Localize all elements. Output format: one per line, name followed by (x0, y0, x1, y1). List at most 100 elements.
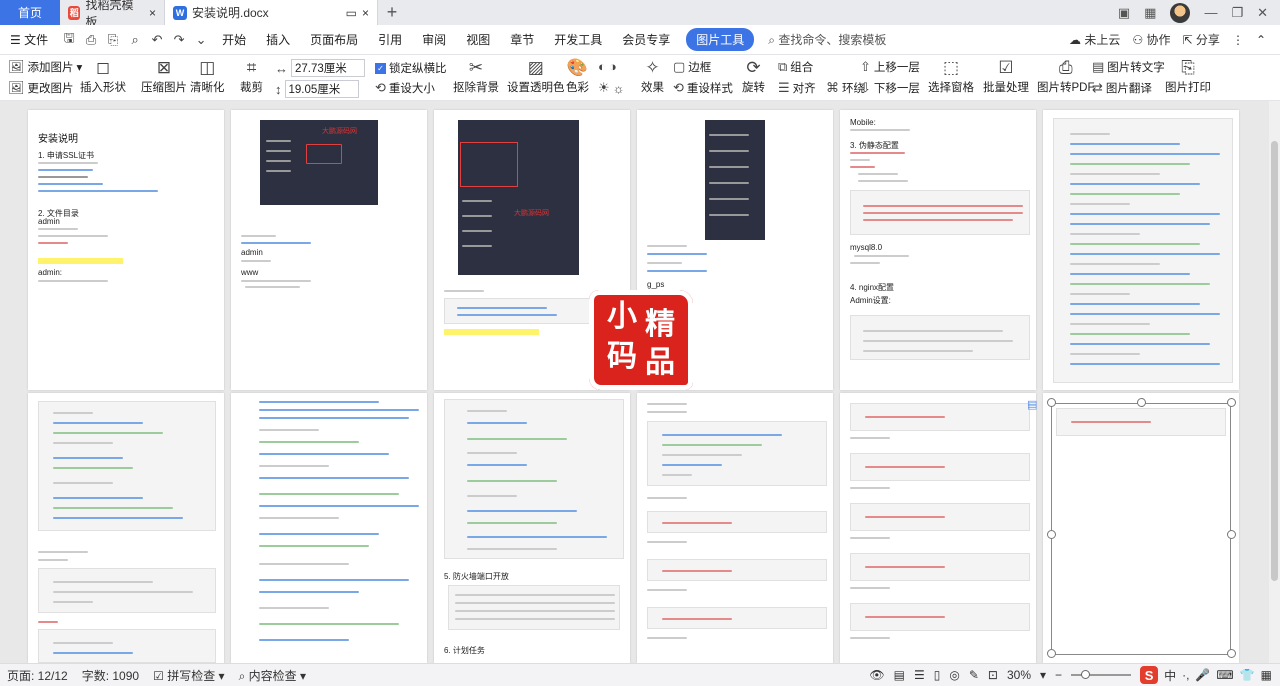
page-9[interactable]: 5. 防火墙端口开放 6. 计划任务 (434, 393, 630, 663)
eye-protection-icon[interactable]: 👁 (869, 668, 884, 682)
redo-icon[interactable]: ↷ (168, 32, 190, 48)
reading-view-icon[interactable]: ▯ (934, 668, 941, 682)
color-button[interactable]: 🎨 色彩 (566, 57, 589, 95)
remove-background-button[interactable]: ✂ 抠除背景 (453, 57, 499, 95)
crop-button[interactable]: ⌗ 裁剪 (240, 57, 263, 95)
document-area[interactable]: 安装说明 1. 申请SSL证书 2. 文件目录 admin admin: 大鹏源… (0, 101, 1280, 663)
menu-section[interactable]: 章节 (500, 31, 544, 48)
tab-document[interactable]: W 安装说明.docx ▭ × (165, 0, 378, 25)
resize-handle[interactable] (1047, 530, 1056, 539)
save-icon[interactable]: 🖫 (58, 29, 80, 51)
mic-icon[interactable]: 🎤 (1195, 668, 1210, 682)
screenshot-image[interactable] (705, 120, 765, 240)
bring-forward-button[interactable]: ⇧ 上移一层 (860, 59, 920, 75)
layout-options-icon[interactable]: ▤ (1027, 398, 1039, 411)
menu-developer[interactable]: 开发工具 (544, 31, 612, 48)
zoom-level[interactable]: 30% (1007, 668, 1031, 682)
menu-start[interactable]: 开始 (212, 31, 256, 48)
close-icon[interactable]: × (362, 6, 369, 20)
ime-language[interactable]: 中 (1164, 667, 1176, 684)
fit-page-icon[interactable]: ⊡ (988, 668, 998, 682)
vertical-scrollbar[interactable] (1269, 101, 1280, 663)
selection-pane-button[interactable]: ⬚ 选择窗格 (928, 57, 974, 95)
menu-view[interactable]: 视图 (456, 31, 500, 48)
page-2[interactable]: 大鹏源码网 admin www (231, 110, 427, 390)
page-1[interactable]: 安装说明 1. 申请SSL证书 2. 文件目录 admin admin: (28, 110, 224, 390)
page-10[interactable] (637, 393, 833, 663)
content-check-button[interactable]: ⌕ 内容检查 ▾ (232, 667, 313, 684)
spell-check-button[interactable]: ☑ 拼写检查 ▾ (146, 667, 231, 684)
sharpen-button[interactable]: ◫ 清晰化 (190, 57, 225, 95)
compress-image-button[interactable]: ⊠ 压缩图片 (141, 57, 187, 95)
align-button[interactable]: ☰ 对齐 (778, 80, 816, 96)
page-5[interactable]: Mobile: 3. 伪静态配置 mysql8.0 4. nginx配置 Adm… (840, 110, 1036, 390)
brightness-adjust-buttons[interactable]: ☀ ☼ (598, 80, 625, 96)
chevron-down-icon[interactable]: ▾ (1040, 668, 1046, 682)
new-tab-button[interactable]: + (378, 0, 406, 25)
set-transparent-button[interactable]: ▨ 设置透明色 (507, 57, 565, 95)
add-image-button[interactable]: 🖼 添加图片 ▾ (8, 59, 82, 75)
page-7[interactable] (28, 393, 224, 663)
tab-template[interactable]: 稻 找稻壳模板 × (60, 0, 165, 29)
page-11[interactable] (840, 393, 1036, 663)
resize-handle[interactable] (1227, 530, 1236, 539)
send-backward-button[interactable]: ⇩ 下移一层 (860, 80, 920, 96)
zoom-out-icon[interactable]: − (1055, 668, 1062, 682)
punctuation-icon[interactable]: ·, (1182, 668, 1189, 682)
tab-picture-tools[interactable]: 图片工具 (686, 28, 755, 51)
page-12[interactable] (1043, 393, 1239, 663)
screenshot-image[interactable]: 大鹏源码网 (458, 120, 579, 275)
zoom-slider[interactable] (1071, 670, 1132, 679)
cloud-status[interactable]: ☁ 未上云 (1069, 31, 1120, 48)
share-button[interactable]: ⇱ 分享 (1183, 31, 1220, 48)
scrollbar-thumb[interactable] (1271, 141, 1278, 581)
close-icon[interactable]: × (149, 6, 156, 20)
image-print-button[interactable]: ⎘ 图片打印 (1165, 57, 1211, 95)
lock-ratio-checkbox[interactable]: ✓ 锁定纵横比 (375, 60, 447, 76)
menu-references[interactable]: 引用 (368, 31, 412, 48)
height-input[interactable] (284, 80, 359, 98)
collab-button[interactable]: ⚇ 协作 (1132, 31, 1170, 48)
write-view-icon[interactable]: ✎ (969, 668, 979, 682)
firewall-table-image[interactable] (448, 585, 620, 630)
export-pdf-icon[interactable]: ⎙ (80, 32, 102, 48)
skin-icon[interactable]: 👕 (1240, 668, 1255, 682)
file-menu[interactable]: ☰ 文件 (0, 31, 58, 48)
ime-toolbar[interactable]: S 中 ·, 🎤 ⌨ 👕 ▦ (1140, 666, 1272, 684)
collapse-ribbon-icon[interactable]: ⌃ (1256, 33, 1266, 47)
reset-style-button[interactable]: ⟲ 重设样式 (673, 80, 733, 96)
pin-icon[interactable]: ▭ (346, 6, 357, 20)
insert-shape-button[interactable]: ◻ 插入形状 (80, 57, 126, 95)
menu-review[interactable]: 审阅 (412, 31, 456, 48)
outline-view-icon[interactable]: ☰ (914, 668, 925, 682)
resize-handle[interactable] (1047, 398, 1056, 407)
batch-process-button[interactable]: ☑ 批量处理 (983, 57, 1029, 95)
menu-member[interactable]: 会员专享 (612, 31, 680, 48)
page-8[interactable] (231, 393, 427, 663)
restore-icon[interactable]: ❐ (1231, 5, 1243, 21)
border-button[interactable]: ▢ 边框 (673, 59, 711, 75)
page-6[interactable] (1043, 110, 1239, 390)
apps-grid-icon[interactable]: ▦ (1144, 5, 1156, 21)
screenshot-image[interactable]: 大鹏源码网 (260, 120, 378, 205)
width-input[interactable] (291, 59, 365, 77)
page-view-icon[interactable]: ▤ (894, 668, 905, 682)
close-window-icon[interactable]: ✕ (1257, 5, 1268, 21)
print-icon[interactable]: ⎘ (102, 32, 124, 48)
page-count[interactable]: 页面: 12/12 (0, 667, 75, 684)
reset-size-button[interactable]: ⟲ 重设大小 (375, 80, 435, 96)
menu-page-layout[interactable]: 页面布局 (300, 31, 368, 48)
group-button[interactable]: ⧉ 组合 (778, 59, 813, 75)
image-translate-button[interactable]: ⇄ 图片翻译 (1092, 80, 1152, 96)
resize-handle[interactable] (1227, 398, 1236, 407)
undo-icon[interactable]: ↶ (146, 32, 168, 48)
minimize-icon[interactable]: — (1204, 5, 1217, 20)
resize-handle[interactable] (1047, 649, 1056, 658)
layout-icon[interactable]: ▣ (1118, 5, 1130, 21)
selected-image[interactable] (1051, 403, 1231, 655)
change-image-button[interactable]: 🖼 更改图片 (8, 80, 74, 96)
effect-button[interactable]: ✧ 效果 (641, 57, 664, 95)
chevron-down-icon[interactable]: ⌄ (190, 32, 212, 48)
brightness-buttons[interactable]: ◐ ◑ (598, 59, 617, 74)
resize-handle[interactable] (1227, 649, 1236, 658)
